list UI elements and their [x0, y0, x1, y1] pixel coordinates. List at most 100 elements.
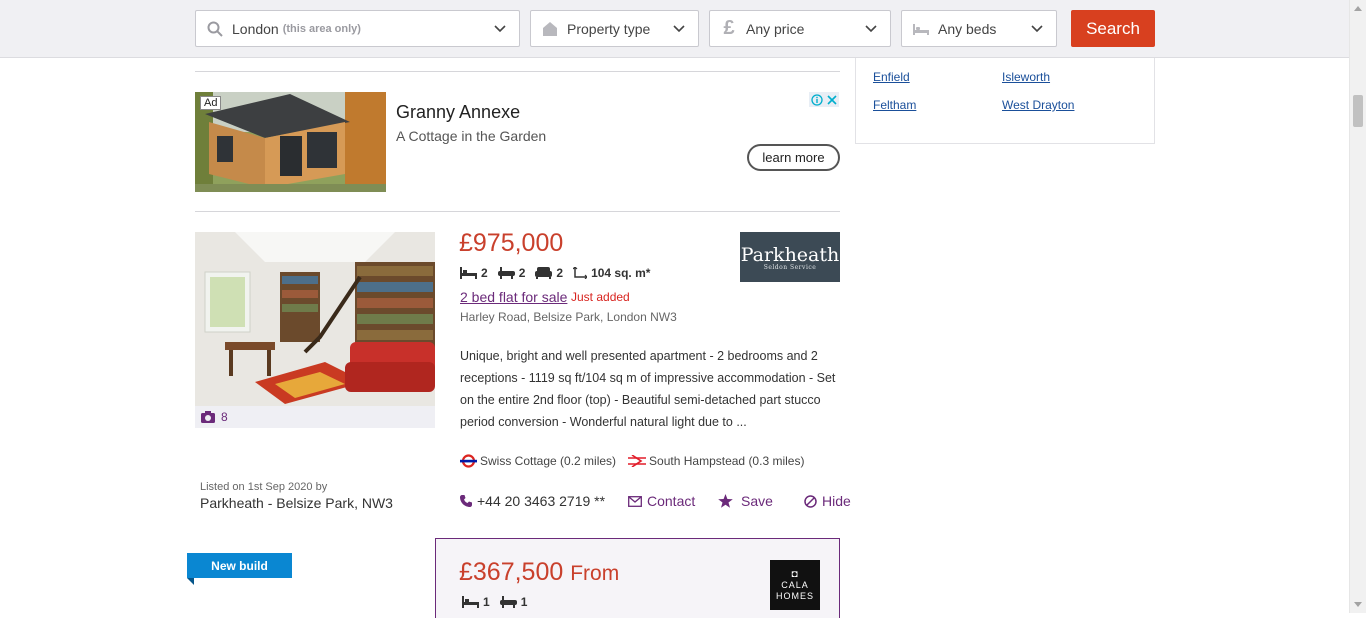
search-icon — [204, 18, 226, 40]
ad-badge: Ad — [200, 96, 222, 110]
ad-title[interactable]: Granny Annexe — [396, 102, 520, 123]
receptions-count: 2 — [556, 266, 564, 280]
page-scrollbar[interactable] — [1349, 0, 1366, 613]
beds-feature: 1 — [462, 595, 490, 609]
search-bar: London (this area only) Property type £ … — [0, 0, 1349, 58]
baths-feature: 2 — [497, 266, 526, 280]
underground-icon — [460, 454, 477, 468]
hide-icon — [804, 494, 817, 508]
baths-count: 2 — [518, 266, 526, 280]
ad-subtitle: A Cottage in the Garden — [396, 128, 547, 144]
station-text: Swiss Cottage (0.2 miles) — [480, 454, 617, 468]
chevron-down-icon — [865, 25, 877, 33]
scroll-up-icon[interactable] — [1354, 6, 1362, 11]
bed-icon — [910, 18, 932, 40]
area-link-isleworth[interactable]: Isleworth — [1002, 70, 1050, 84]
price-value: £367,500 — [459, 558, 564, 586]
learn-more-button[interactable]: learn more — [747, 144, 840, 171]
contact-button[interactable]: Contact — [628, 493, 695, 509]
scroll-down-icon[interactable] — [1354, 602, 1362, 607]
sofa-icon — [535, 267, 553, 279]
agent-logo-line2: HOMES — [775, 590, 814, 601]
agent-logo-line1: CALA — [781, 579, 809, 590]
location-field[interactable]: London (this area only) — [195, 10, 520, 47]
photo-count-bar[interactable]: 8 — [195, 406, 435, 428]
bath-icon — [497, 267, 515, 279]
chevron-down-icon — [1031, 25, 1043, 33]
receptions-feature: 2 — [535, 266, 563, 280]
close-icon[interactable] — [824, 92, 839, 107]
label-fold — [187, 578, 194, 585]
beds-count: 1 — [483, 595, 490, 609]
area-link-west-drayton[interactable]: West Drayton — [1002, 98, 1074, 112]
star-icon — [718, 494, 733, 508]
beds-select[interactable]: Any beds — [901, 10, 1057, 47]
price-select[interactable]: £ Any price — [709, 10, 891, 47]
agent-logo-subtext: Seldon Service — [763, 263, 817, 271]
nearby-areas-panel: Enfield Isleworth Feltham West Drayton — [855, 58, 1155, 144]
listing-price[interactable]: £367,500 From — [459, 558, 619, 587]
hide-button[interactable]: Hide — [804, 493, 851, 509]
ad-choices[interactable] — [809, 92, 840, 107]
chevron-down-icon — [494, 25, 506, 33]
listing-address: Harley Road, Belsize Park, London NW3 — [460, 310, 677, 324]
phone-link[interactable]: +44 20 3463 2719 ** — [460, 493, 605, 509]
beds-feature: 2 — [460, 266, 488, 280]
camera-icon — [201, 411, 215, 423]
station-text: South Hampstead (0.3 miles) — [649, 454, 805, 468]
envelope-icon — [628, 495, 642, 507]
location-hint: (this area only) — [282, 22, 361, 35]
listing-description[interactable]: Unique, bright and well presented apartm… — [460, 345, 840, 433]
ad-image[interactable] — [195, 92, 386, 192]
phone-icon — [460, 495, 472, 507]
contact-label: Contact — [647, 493, 696, 509]
listing-title-link[interactable]: 2 bed flat for sale — [460, 289, 567, 305]
phone-number: +44 20 3463 2719 ** — [477, 493, 606, 509]
logo-mark-icon: ◘ — [791, 568, 799, 580]
agent-logo[interactable]: Parkheath Seldon Service — [740, 232, 840, 282]
property-type-select[interactable]: Property type — [530, 10, 699, 47]
divider — [195, 71, 840, 72]
area-link-enfield[interactable]: Enfield — [873, 70, 910, 84]
photo-count: 8 — [221, 410, 228, 424]
scrollbar-thumb[interactable] — [1353, 95, 1363, 127]
listing-price[interactable]: £975,000 — [459, 229, 563, 258]
info-icon[interactable] — [809, 92, 824, 107]
just-added-badge: Just added — [571, 290, 630, 304]
listed-on: Listed on 1st Sep 2020 by — [200, 481, 328, 493]
save-button[interactable]: Save — [718, 493, 773, 509]
bed-icon — [462, 596, 479, 608]
beds-count: 2 — [481, 266, 488, 280]
size-value: 104 sq. m* — [591, 266, 651, 280]
location-value: London — [232, 20, 279, 37]
area-icon — [573, 267, 588, 279]
station-item: South Hampstead (0.3 miles) — [628, 454, 804, 468]
beds-label: Any beds — [938, 20, 997, 37]
baths-feature: 1 — [499, 595, 528, 609]
listing-features: 1 1 — [462, 595, 537, 609]
chevron-down-icon — [673, 25, 685, 33]
rail-icon — [628, 455, 647, 467]
new-build-label: New build — [187, 553, 292, 578]
price-label: Any price — [746, 20, 805, 37]
agent-logo-text: Parkheath — [740, 243, 840, 266]
size-feature: 104 sq. m* — [573, 266, 650, 280]
bed-icon — [460, 267, 477, 279]
bath-icon — [499, 596, 517, 608]
house-icon — [539, 18, 561, 40]
listing-features: 2 2 2 104 sq. m* — [460, 266, 660, 280]
divider — [195, 211, 840, 212]
search-button[interactable]: Search — [1071, 10, 1155, 47]
agent-name[interactable]: Parkheath - Belsize Park, NW3 — [200, 495, 393, 511]
station-item: Swiss Cottage (0.2 miles) — [460, 454, 616, 468]
pound-icon: £ — [723, 17, 735, 39]
area-link-feltham[interactable]: Feltham — [873, 98, 916, 112]
property-type-label: Property type — [567, 20, 651, 37]
save-label: Save — [741, 493, 773, 509]
nearby-stations: Swiss Cottage (0.2 miles) South Hampstea… — [460, 454, 816, 468]
agent-logo[interactable]: ◘ CALA HOMES — [770, 560, 820, 610]
baths-count: 1 — [520, 595, 528, 609]
listing-photo[interactable] — [195, 232, 435, 406]
hide-label: Hide — [822, 493, 851, 509]
price-suffix: From — [570, 562, 620, 585]
